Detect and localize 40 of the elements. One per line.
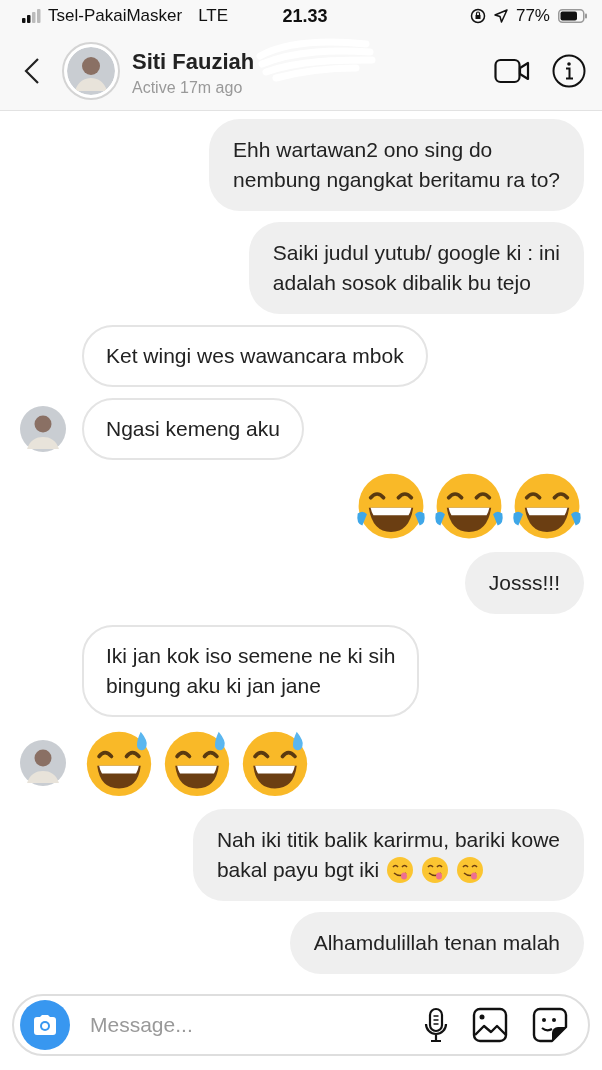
message-text: Nah iki titik balik karirmu, bariki kowe [216, 827, 560, 853]
back-icon[interactable] [24, 57, 40, 85]
microphone-icon[interactable] [424, 1007, 448, 1043]
network-type: LTE [198, 6, 229, 26]
gallery-icon[interactable] [472, 1007, 508, 1043]
carrier-name: Tsel-PakaiMasker [48, 6, 183, 26]
info-icon[interactable] [552, 54, 586, 88]
avatar[interactable] [20, 406, 66, 452]
avatar[interactable] [20, 740, 66, 786]
camera-icon [32, 1014, 58, 1036]
message-text: Alhamdulillah tenan malah [313, 930, 560, 956]
message-text: nembung ngangkat beritamu ra to? [233, 167, 560, 193]
message-text: bingung aku ki jan jane [106, 673, 322, 699]
message-text: Saiki judul yutub/ google ki : ini [272, 240, 560, 266]
sticker-icon[interactable] [532, 1007, 568, 1043]
yum-emoji-icon [386, 856, 415, 884]
signal-icon [22, 9, 42, 23]
contact-name: Siti Fauziah [132, 49, 255, 75]
message-text: bakal payu bgt iki [216, 857, 380, 883]
message-text: Ngasi kemeng aku [106, 416, 280, 442]
location-arrow-icon [493, 9, 508, 23]
yum-emoji-icon [456, 856, 485, 884]
yum-emoji-icon [421, 856, 450, 884]
message-text: Ehh wartawan2 ono sing do [233, 137, 494, 163]
laughing-tears-emoji-icon [510, 471, 584, 541]
message-text: Josss!!! [488, 570, 560, 596]
battery-icon [558, 9, 588, 23]
message-text: Ket wingi wes wawancara mbok [106, 343, 404, 369]
clock-time: 21.33 [282, 5, 328, 27]
avatar[interactable] [62, 42, 120, 100]
message-text: adalah sosok dibalik bu tejo [272, 270, 532, 296]
laughing-tears-emoji-icon [354, 471, 428, 541]
rotation-lock-icon [469, 8, 486, 24]
laughing-tears-emoji-icon [432, 471, 506, 541]
active-status: Active 17m ago [132, 79, 244, 97]
camera-button[interactable] [20, 1000, 70, 1050]
battery-percent: 77% [515, 6, 550, 26]
message-field[interactable]: Message... [88, 1012, 400, 1038]
video-call-icon[interactable] [494, 57, 530, 85]
message-text: Iki jan kok iso semene ne ki sih [106, 643, 396, 669]
